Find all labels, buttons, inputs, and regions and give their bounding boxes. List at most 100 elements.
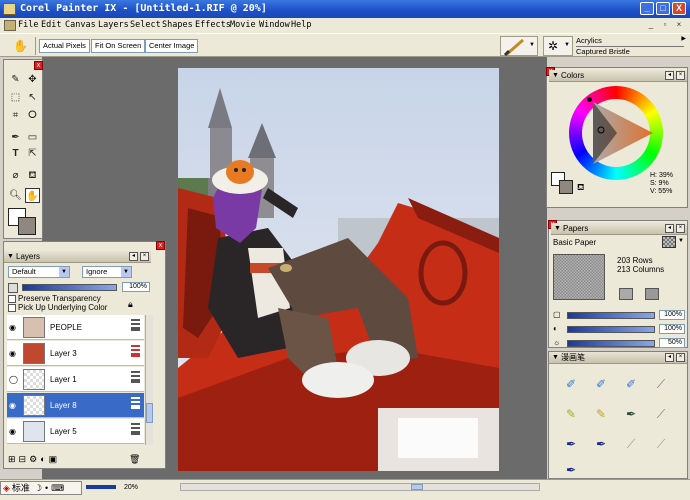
doc-close-icon[interactable]: × <box>674 20 684 30</box>
brush-preset-7-icon[interactable]: ✒ <box>621 404 641 424</box>
opacity-value[interactable]: 100% <box>122 282 150 292</box>
panel-menu-icon[interactable]: ◂ <box>665 353 674 362</box>
paper-scale-slider[interactable] <box>567 312 655 319</box>
horizontal-scrollbar[interactable] <box>180 483 540 491</box>
actual-pixels-button[interactable]: Actual Pixels <box>39 39 90 53</box>
paper-selector-swatch[interactable] <box>662 236 676 248</box>
document-icon[interactable] <box>4 20 16 31</box>
composite-method-dropdown[interactable]: Default ▼ <box>8 266 70 278</box>
brush-preset-12-icon[interactable]: ⟋ <box>651 434 671 454</box>
brush-preset-6-icon[interactable]: ✎ <box>591 404 611 424</box>
transform-tool-icon[interactable]: ↖ <box>25 90 40 105</box>
brush-tool-icon[interactable]: ✎ <box>8 72 23 87</box>
depth-method-dropdown[interactable]: Ignore ▼ <box>82 266 132 278</box>
new-layer-icon[interactable]: ▣ <box>49 454 61 464</box>
collapse-triangle-icon[interactable]: ▼ <box>552 70 559 82</box>
magnifier-icon[interactable]: 🔍︎ <box>8 188 23 203</box>
fit-on-screen-button[interactable]: Fit On Screen <box>91 39 146 53</box>
panel-close-icon[interactable]: × <box>676 224 685 233</box>
layer-row-layer-8[interactable]: ◉ Layer 8 <box>7 393 144 418</box>
rectangular-selection-icon[interactable]: ⬚ <box>8 90 23 105</box>
ime-toolbar[interactable]: ◈ 标准 ☽ • ⌨ <box>0 481 82 495</box>
panel-menu-icon[interactable]: ◂ <box>665 71 674 80</box>
brush-preset-4-icon[interactable]: ⟋ <box>651 374 671 394</box>
custom-brush-panel-header[interactable]: ▼ 漫画笔 ◂ × <box>549 352 687 364</box>
brush-preset-2-icon[interactable]: ✐ <box>591 374 611 394</box>
maximize-button[interactable]: □ <box>656 2 670 15</box>
brush-variant-selector[interactable]: ✲ ▼ <box>543 36 573 56</box>
grabber-hand-icon[interactable]: ✋ <box>6 37 36 55</box>
panel-close-icon[interactable]: × <box>140 252 149 261</box>
crop-tool-icon[interactable]: ⌗ <box>8 108 23 123</box>
trash-icon[interactable]: 🗑︎ <box>129 454 140 465</box>
layer-adjuster-tool-icon[interactable]: ✥ <box>25 72 40 87</box>
collapse-triangle-icon[interactable]: ▼ <box>552 352 559 364</box>
paper-brightness-slider[interactable] <box>567 340 655 347</box>
chevron-down-icon[interactable]: ▼ <box>678 238 684 244</box>
collapse-layers-icon[interactable]: ⊟ <box>19 454 30 464</box>
eye-icon[interactable]: ◉ <box>9 349 16 358</box>
pen-tool-icon[interactable]: ✒ <box>8 130 23 145</box>
layers-panel-header[interactable]: ▼ Layers ◂ × <box>4 251 151 263</box>
menu-file[interactable]: File <box>18 20 38 30</box>
menu-window[interactable]: Window <box>259 20 290 30</box>
brush-name-box[interactable]: Acrylics Captured Bristle ▶ <box>574 35 688 56</box>
brush-preset-9-icon[interactable]: ✒ <box>561 434 581 454</box>
layer-row-layer-1[interactable]: ◯ Layer 1 <box>7 367 144 392</box>
brush-preset-8-icon[interactable]: ⟋ <box>651 404 671 424</box>
zoom-slider[interactable] <box>86 485 116 489</box>
saturation-value-triangle[interactable] <box>587 98 657 168</box>
menu-select[interactable]: Select <box>130 20 161 30</box>
papers-panel-header[interactable]: ▼ Papers ◂ × <box>551 223 687 235</box>
menu-movie[interactable]: Movie <box>230 20 256 30</box>
eye-closed-icon[interactable]: ◯ <box>9 375 18 384</box>
paper-contrast-slider[interactable] <box>567 326 655 333</box>
dynamic-plugin-icon[interactable]: ⚙ <box>29 454 40 464</box>
scrollbar-thumb[interactable] <box>411 484 423 490</box>
hue-indicator[interactable] <box>587 97 592 102</box>
layers-scrollbar[interactable] <box>145 315 153 445</box>
menu-edit[interactable]: Edit <box>41 20 61 30</box>
menu-shapes[interactable]: Shapes <box>162 20 193 30</box>
scrollbar-thumb[interactable] <box>146 403 153 423</box>
menu-effects[interactable]: Effects <box>195 20 231 30</box>
brush-preset-13-icon[interactable]: ✒ <box>561 460 581 480</box>
layers-panel-close-icon[interactable]: x <box>156 241 165 250</box>
brush-preset-5-icon[interactable]: ✎ <box>561 404 581 424</box>
collapse-triangle-icon[interactable]: ▼ <box>554 223 561 235</box>
layer-row-people[interactable]: ◉ PEOPLE <box>7 315 144 340</box>
rectangle-shape-icon[interactable]: ▭ <box>25 130 40 145</box>
menu-help[interactable]: Help <box>291 20 311 30</box>
layer-row-layer-3[interactable]: ◉ Layer 3 <box>7 341 144 366</box>
paper-scale-value[interactable]: 100% <box>659 310 685 320</box>
lasso-tool-icon[interactable]: ⵔ <box>25 108 40 123</box>
pick-up-color-checkbox[interactable] <box>8 304 16 312</box>
opacity-slider[interactable] <box>22 284 117 291</box>
lock-icon[interactable]: 🔒︎ <box>128 299 133 310</box>
doc-minimize-icon[interactable]: _ <box>646 20 656 30</box>
layer-attributes-icon[interactable]: ⊞ <box>8 454 19 464</box>
create-mask-icon[interactable]: ◐ <box>40 454 48 464</box>
eye-icon[interactable]: ◉ <box>9 323 16 332</box>
dropper-tool-icon[interactable]: ⌀ <box>8 168 23 183</box>
toolbox-close-icon[interactable]: x <box>34 61 43 70</box>
eye-icon[interactable]: ◉ <box>9 401 16 410</box>
brush-category-selector[interactable]: ▼ <box>500 36 538 56</box>
center-image-button[interactable]: Center Image <box>145 39 199 53</box>
brush-preset-3-icon[interactable]: ✐ <box>621 374 641 394</box>
doc-restore-icon[interactable]: ▫ <box>660 20 670 30</box>
text-tool-icon[interactable]: T <box>8 146 23 161</box>
colors-panel-header[interactable]: ▼ Colors ◂ × <box>549 70 687 82</box>
paper-options-icon[interactable] <box>645 288 659 300</box>
canvas-artwork[interactable] <box>178 68 499 471</box>
paint-bucket-icon[interactable]: ⛾ <box>25 168 40 183</box>
paper-brightness-value[interactable]: 50% <box>659 338 685 348</box>
minimize-button[interactable]: _ <box>640 2 654 15</box>
paper-contrast-value[interactable]: 100% <box>659 324 685 334</box>
clone-color-icon[interactable]: ⛾ <box>577 182 584 194</box>
main-color-swatch-small[interactable] <box>559 180 573 194</box>
shape-selection-icon[interactable]: ⇱ <box>25 146 40 161</box>
grabber-tool-icon[interactable]: ✋ <box>25 188 40 203</box>
panel-close-icon[interactable]: × <box>676 71 685 80</box>
brush-preset-10-icon[interactable]: ✒ <box>591 434 611 454</box>
